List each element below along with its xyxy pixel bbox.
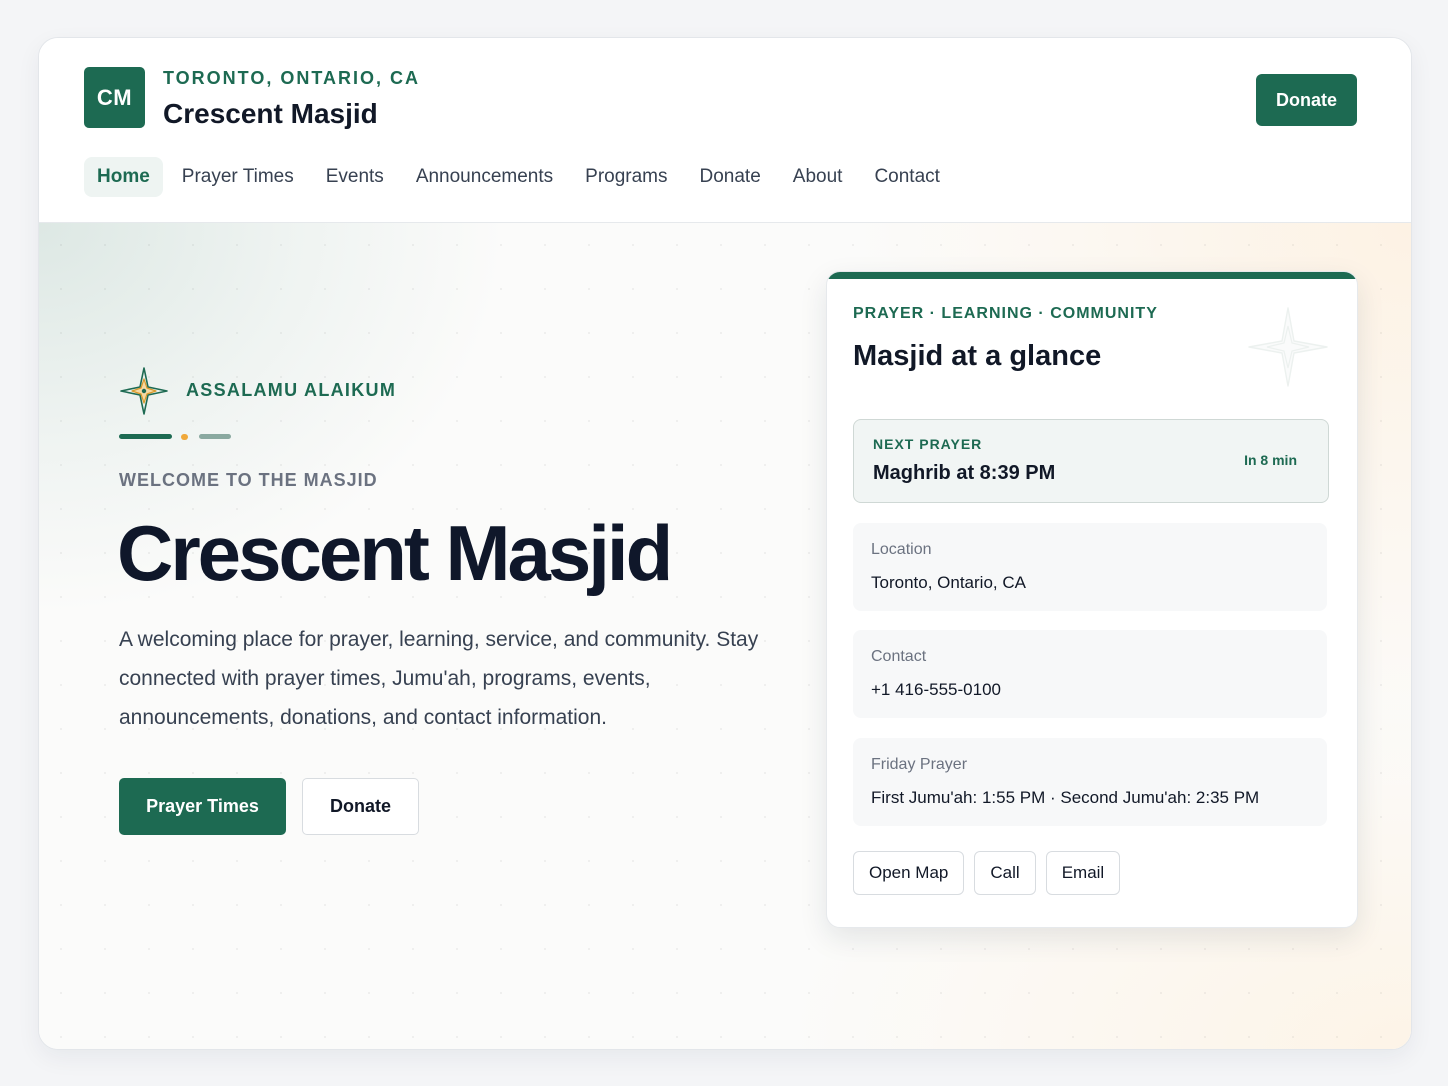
location-label: TORONTO, ONTARIO, CA xyxy=(163,68,421,88)
nav-item-programs[interactable]: Programs xyxy=(572,157,680,197)
divider-bar-primary xyxy=(119,434,172,439)
email-button[interactable]: Email xyxy=(1045,851,1121,895)
logo-badge[interactable]: CM xyxy=(84,67,145,128)
nav-item-prayer-times[interactable]: Prayer Times xyxy=(169,157,307,197)
card-kicker: PRAYER · LEARNING · COMMUNITY xyxy=(853,305,1158,322)
contact-info: Contact +1 416-555-0100 xyxy=(853,630,1327,718)
star-watermark-icon xyxy=(1248,307,1328,387)
friday-prayer-label: Friday Prayer xyxy=(871,756,968,773)
nav-item-donate[interactable]: Donate xyxy=(687,157,774,197)
hero-donate-button[interactable]: Donate xyxy=(302,778,419,835)
nav-item-about[interactable]: About xyxy=(780,157,856,197)
location-info-label: Location xyxy=(871,541,932,558)
divider-bar-secondary xyxy=(199,434,231,439)
next-prayer-panel: NEXT PRAYER Maghrib at 8:39 PM In 8 min xyxy=(853,419,1329,503)
nav-item-announcements[interactable]: Announcements xyxy=(403,157,566,197)
hero-title: Crescent Masjid xyxy=(117,509,673,597)
welcome-eyebrow: WELCOME TO THE MASJID xyxy=(119,470,378,490)
next-prayer-label: NEXT PRAYER xyxy=(873,436,983,452)
next-prayer-value: Maghrib at 8:39 PM xyxy=(873,462,1056,484)
card-accent-bar xyxy=(827,272,1357,279)
contact-info-label: Contact xyxy=(871,648,927,665)
location-info: Location Toronto, Ontario, CA xyxy=(853,523,1327,611)
contact-info-value: +1 416-555-0100 xyxy=(871,680,1001,699)
hero-section: ASSALAMU ALAIKUM WELCOME TO THE MASJID C… xyxy=(39,223,1411,1049)
friday-prayer-value: First Jumu'ah: 1:55 PM · Second Jumu'ah:… xyxy=(871,788,1260,807)
call-button[interactable]: Call xyxy=(974,851,1036,895)
star-ornament-icon xyxy=(120,367,168,415)
glance-card: PRAYER · LEARNING · COMMUNITY Masjid at … xyxy=(826,271,1358,928)
main-nav: Home Prayer Times Events Announcements P… xyxy=(84,157,953,197)
site-name[interactable]: Crescent Masjid xyxy=(163,98,378,130)
site-header: CM TORONTO, ONTARIO, CA Crescent Masjid … xyxy=(39,38,1411,223)
header-donate-button[interactable]: Donate xyxy=(1256,74,1357,126)
nav-item-home[interactable]: Home xyxy=(84,157,163,197)
friday-prayer-info: Friday Prayer First Jumu'ah: 1:55 PM · S… xyxy=(853,738,1327,826)
greeting-label: ASSALAMU ALAIKUM xyxy=(186,380,397,400)
open-map-button[interactable]: Open Map xyxy=(853,851,965,895)
location-info-value: Toronto, Ontario, CA xyxy=(871,573,1026,592)
prayer-times-button[interactable]: Prayer Times xyxy=(119,778,286,835)
next-prayer-eta: In 8 min xyxy=(1244,452,1297,468)
nav-item-contact[interactable]: Contact xyxy=(861,157,952,197)
nav-item-events[interactable]: Events xyxy=(313,157,397,197)
card-title: Masjid at a glance xyxy=(853,340,1102,372)
divider-dot-accent xyxy=(181,434,188,440)
page-frame: CM TORONTO, ONTARIO, CA Crescent Masjid … xyxy=(38,37,1412,1050)
card-actions: Open Map Call Email xyxy=(853,851,1121,895)
hero-description: A welcoming place for prayer, learning, … xyxy=(119,628,759,729)
